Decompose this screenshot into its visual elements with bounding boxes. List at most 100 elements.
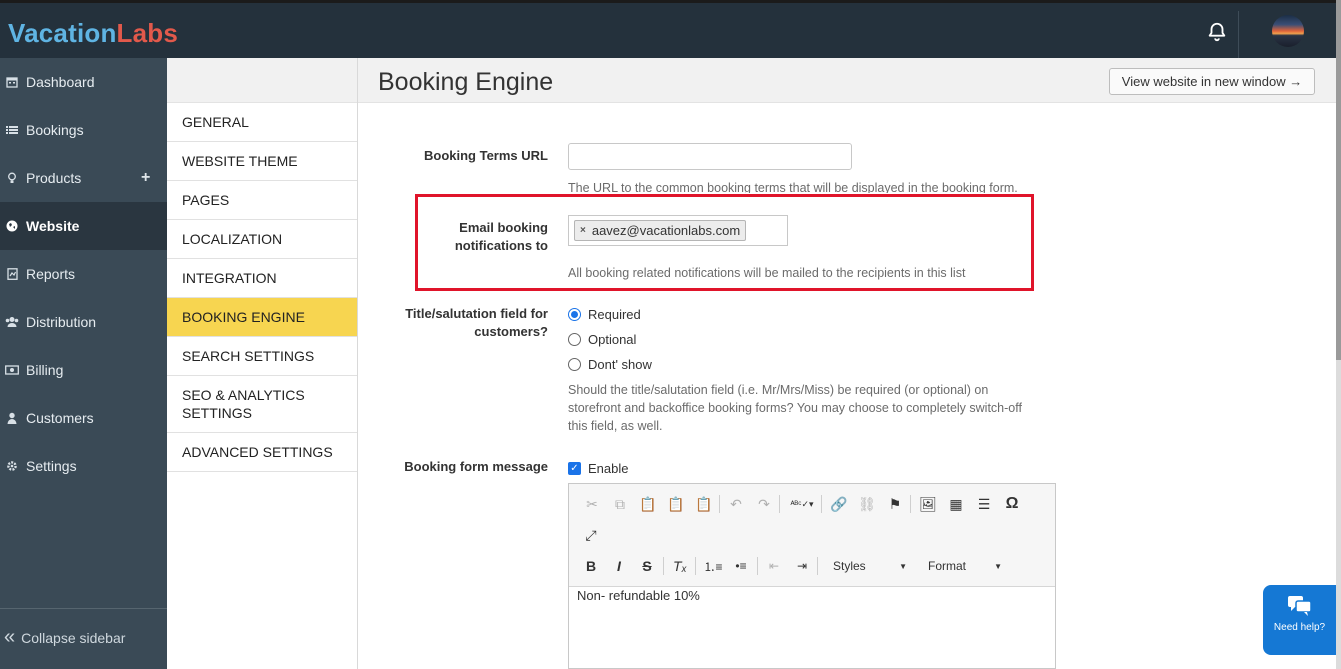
styles-dropdown[interactable]: Styles ▼ xyxy=(833,556,907,576)
radio-icon[interactable] xyxy=(568,333,581,346)
sidebar-item-label: Products xyxy=(26,170,82,186)
lightbulb-icon xyxy=(0,172,26,184)
sidebar-item-billing[interactable]: Billing xyxy=(0,346,167,394)
header-divider xyxy=(1238,11,1239,59)
sidebar-item-reports[interactable]: Reports xyxy=(0,250,167,298)
italic-icon[interactable]: I xyxy=(608,556,630,576)
salutation-label-line2: customers? xyxy=(474,324,548,339)
styles-dropdown-label: Styles xyxy=(833,559,866,573)
strikethrough-icon[interactable]: S xyxy=(636,556,658,576)
image-icon[interactable]: 🖼 xyxy=(917,494,939,514)
submenu-item-general[interactable]: GENERAL xyxy=(167,103,357,142)
submenu-item-seo-analytics[interactable]: SEO & ANALYTICS SETTINGS xyxy=(167,376,357,433)
bulleted-list-icon[interactable]: •≡ xyxy=(730,556,752,576)
toolbar-separator xyxy=(821,495,822,513)
need-help-label: Need help? xyxy=(1273,622,1326,633)
salutation-option-optional[interactable]: Optional xyxy=(568,332,636,347)
page-scrollbar-thumb[interactable] xyxy=(1336,0,1341,360)
terms-url-help: The URL to the common booking terms that… xyxy=(568,181,1018,193)
copy-icon[interactable]: ⧉ xyxy=(609,494,631,514)
user-avatar[interactable] xyxy=(1272,15,1304,47)
collapse-sidebar-button[interactable]: « Collapse sidebar xyxy=(0,608,167,666)
need-help-widget[interactable]: Need help? xyxy=(1263,585,1336,655)
submenu-item-website-theme[interactable]: WEBSITE THEME xyxy=(167,142,357,181)
sidebar-item-settings[interactable]: Settings xyxy=(0,442,167,490)
globe-icon xyxy=(0,220,26,232)
website-submenu: GENERAL WEBSITE THEME PAGES LOCALIZATION… xyxy=(167,58,358,669)
radio-label: Required xyxy=(588,307,641,322)
brand-logo[interactable]: VacationLabs xyxy=(8,18,178,49)
checkbox-checked-icon[interactable]: ✓ xyxy=(568,462,581,475)
submenu-item-search-settings[interactable]: SEARCH SETTINGS xyxy=(167,337,357,376)
submenu-item-booking-engine[interactable]: BOOKING ENGINE xyxy=(167,298,357,337)
add-product-icon[interactable]: + xyxy=(141,169,150,187)
submenu-item-label: PAGES xyxy=(182,192,230,208)
report-icon xyxy=(0,268,26,280)
table-icon[interactable]: ▦ xyxy=(945,494,967,514)
collapse-sidebar-label: Collapse sidebar xyxy=(21,629,126,646)
terms-url-input[interactable] xyxy=(568,143,852,170)
special-character-icon[interactable]: Ω xyxy=(1001,494,1023,514)
undo-icon[interactable]: ↶ xyxy=(725,494,747,514)
page-title: Booking Engine xyxy=(378,68,554,96)
toolbar-separator xyxy=(817,557,818,575)
numbered-list-icon[interactable]: ⒈≡ xyxy=(702,556,724,576)
enable-message-checkbox[interactable]: ✓ Enable xyxy=(568,461,628,476)
user-icon xyxy=(0,412,26,424)
top-bar: VacationLabs xyxy=(0,0,1336,59)
format-dropdown-label: Format xyxy=(928,559,967,573)
submenu-item-label: WEBSITE THEME xyxy=(182,153,298,169)
sidebar-item-dashboard[interactable]: Dashboard xyxy=(0,58,167,106)
link-icon[interactable]: 🔗 xyxy=(828,494,850,514)
indent-icon[interactable]: ⇥ xyxy=(791,556,813,576)
editor-content[interactable]: Non- refundable 10% xyxy=(577,588,700,603)
submenu-item-integration[interactable]: INTEGRATION xyxy=(167,259,357,298)
gear-icon xyxy=(0,460,26,472)
checkbox-label: Enable xyxy=(588,461,629,476)
users-icon xyxy=(0,316,26,328)
view-website-button[interactable]: View website in new window → xyxy=(1109,68,1315,95)
spellcheck-icon[interactable]: ᴬᴮᶜ✓▾ xyxy=(787,494,817,514)
anchor-flag-icon[interactable]: ⚑ xyxy=(884,494,906,514)
paste-text-icon[interactable]: 📋 xyxy=(665,494,687,514)
sidebar-item-label: Customers xyxy=(26,410,94,426)
sidebar-item-distribution[interactable]: Distribution xyxy=(0,298,167,346)
sidebar-item-label: Settings xyxy=(26,458,77,474)
radio-selected-icon[interactable] xyxy=(568,308,581,321)
bold-icon[interactable]: B xyxy=(580,556,602,576)
rich-text-editor[interactable]: ✂ ⧉ 📋 📋 📋 ↶ ↷ ᴬᴮᶜ✓▾ 🔗 ⛓ ⚑ 🖼 ▦ ☰ Ω ⤢ B I … xyxy=(568,483,1056,669)
sidebar-item-website[interactable]: Website xyxy=(0,202,167,250)
submenu-header xyxy=(167,58,357,103)
submenu-item-advanced-settings[interactable]: ADVANCED SETTINGS xyxy=(167,433,357,472)
sidebar-item-products[interactable]: Products + xyxy=(0,154,167,202)
salutation-option-required[interactable]: Required xyxy=(568,307,641,322)
paste-word-icon[interactable]: 📋 xyxy=(693,494,715,514)
booking-message-label: Booking form message xyxy=(404,459,548,474)
toolbar-separator xyxy=(757,557,758,575)
bell-icon[interactable] xyxy=(1206,21,1228,43)
format-dropdown[interactable]: Format ▼ xyxy=(928,556,1002,576)
unlink-icon[interactable]: ⛓ xyxy=(856,494,878,514)
maximize-icon[interactable]: ⤢ xyxy=(580,525,602,545)
sidebar-item-label: Dashboard xyxy=(26,74,95,90)
outdent-icon[interactable]: ⇤ xyxy=(763,556,785,576)
salutation-label: Title/salutation field for customers? xyxy=(378,305,548,341)
terms-url-label: Booking Terms URL xyxy=(424,148,548,163)
sidebar-item-bookings[interactable]: Bookings xyxy=(0,106,167,154)
horizontal-line-icon[interactable]: ☰ xyxy=(973,494,995,514)
list-icon xyxy=(0,124,26,136)
cut-icon[interactable]: ✂ xyxy=(581,494,603,514)
remove-format-icon[interactable]: Tₓ xyxy=(669,556,691,576)
radio-label: Optional xyxy=(588,332,637,347)
sidebar-item-customers[interactable]: Customers xyxy=(0,394,167,442)
toolbar-separator xyxy=(910,495,911,513)
toolbar-separator xyxy=(719,495,720,513)
salutation-option-dont-show[interactable]: Dont' show xyxy=(568,357,652,372)
paste-icon[interactable]: 📋 xyxy=(637,494,659,514)
salutation-help-line1: Should the title/salutation field (i.e. … xyxy=(568,383,989,397)
radio-icon[interactable] xyxy=(568,358,581,371)
calendar-icon xyxy=(0,76,26,88)
submenu-item-pages[interactable]: PAGES xyxy=(167,181,357,220)
submenu-item-localization[interactable]: LOCALIZATION xyxy=(167,220,357,259)
redo-icon[interactable]: ↷ xyxy=(753,494,775,514)
